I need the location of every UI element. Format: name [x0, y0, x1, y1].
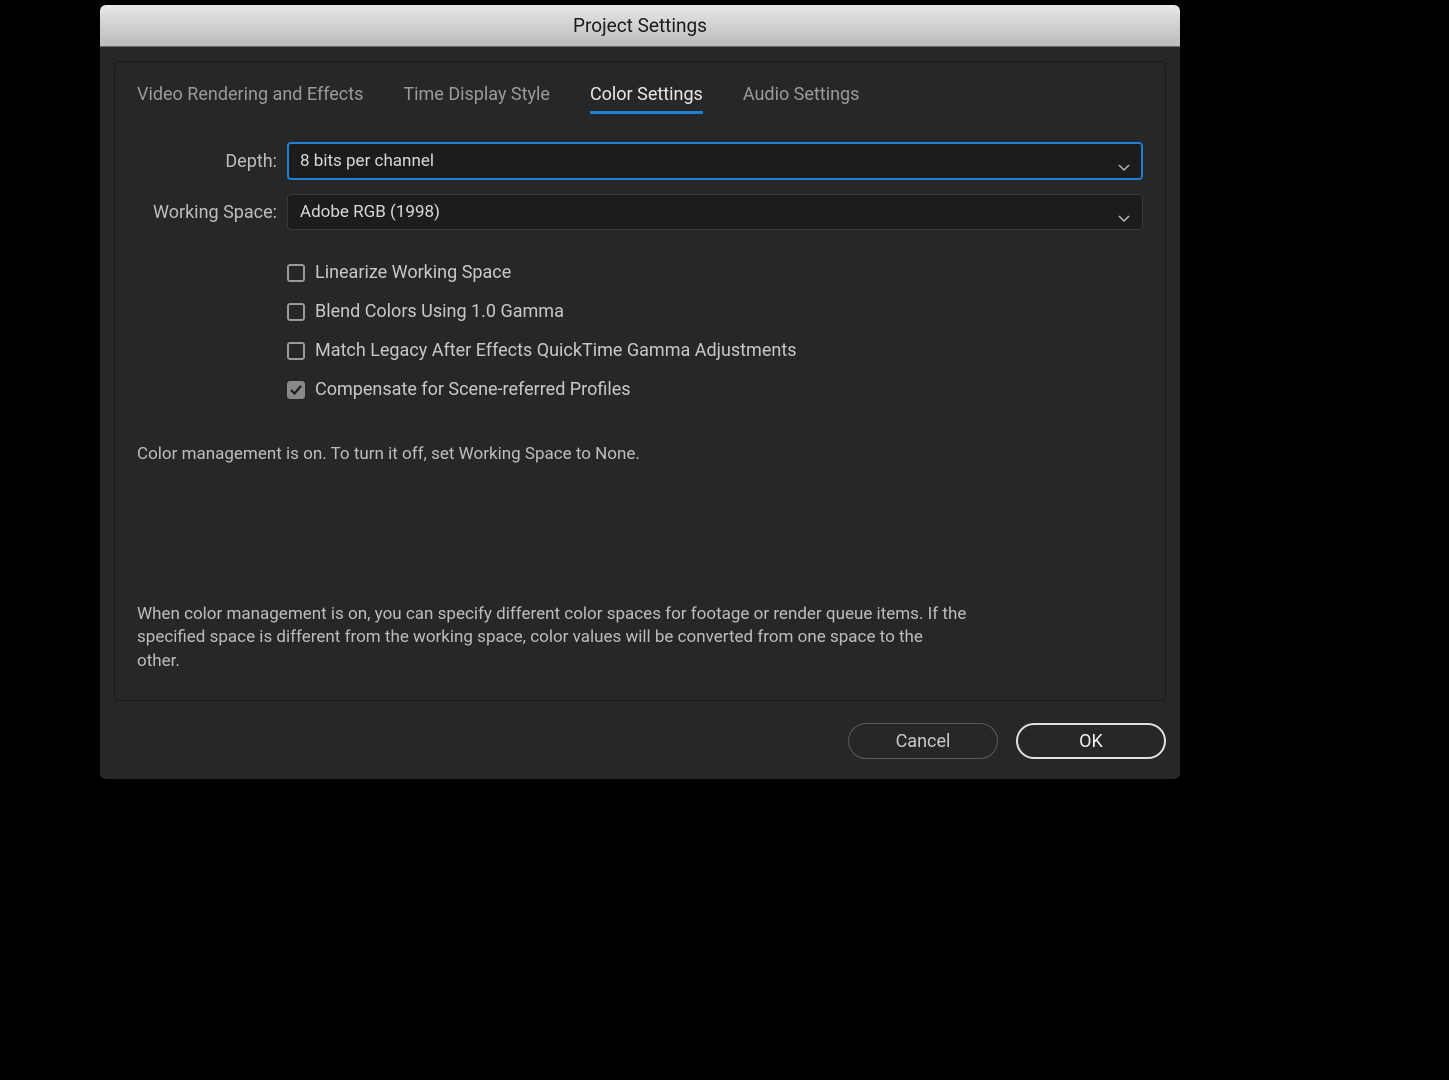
checkbox-linearize[interactable]: Linearize Working Space: [287, 262, 1143, 283]
depth-row: Depth: 8 bits per channel: [137, 142, 1143, 180]
checkbox-icon: [287, 264, 305, 282]
checkbox-icon: [287, 381, 305, 399]
spacer: [137, 464, 1143, 603]
tab-bar: Video Rendering and Effects Time Display…: [137, 84, 1143, 114]
info-description: When color management is on, you can spe…: [137, 603, 967, 674]
tab-audio-settings[interactable]: Audio Settings: [743, 84, 860, 114]
tab-time-display[interactable]: Time Display Style: [403, 84, 550, 114]
checkbox-label: Compensate for Scene-referred Profiles: [315, 379, 631, 400]
working-space-label: Working Space:: [137, 202, 287, 223]
cancel-button[interactable]: Cancel: [848, 723, 998, 759]
checkbox-match-legacy[interactable]: Match Legacy After Effects QuickTime Gam…: [287, 340, 1143, 361]
window-title: Project Settings: [573, 14, 707, 37]
chevron-down-icon: [1118, 157, 1130, 165]
titlebar: Project Settings: [100, 5, 1180, 47]
depth-label: Depth:: [137, 151, 287, 172]
working-space-value: Adobe RGB (1998): [300, 202, 440, 222]
depth-dropdown[interactable]: 8 bits per channel: [287, 142, 1143, 180]
tab-color-settings[interactable]: Color Settings: [590, 84, 703, 114]
checkbox-list: Linearize Working Space Blend Colors Usi…: [287, 262, 1143, 418]
checkbox-blend-gamma[interactable]: Blend Colors Using 1.0 Gamma: [287, 301, 1143, 322]
settings-panel: Video Rendering and Effects Time Display…: [114, 61, 1166, 701]
checkbox-compensate-scene[interactable]: Compensate for Scene-referred Profiles: [287, 379, 1143, 400]
checkbox-icon: [287, 342, 305, 360]
info-status: Color management is on. To turn it off, …: [137, 444, 1143, 464]
project-settings-dialog: Project Settings Video Rendering and Eff…: [100, 5, 1180, 779]
checkbox-label: Blend Colors Using 1.0 Gamma: [315, 301, 564, 322]
checkbox-label: Match Legacy After Effects QuickTime Gam…: [315, 340, 797, 361]
checkbox-label: Linearize Working Space: [315, 262, 511, 283]
depth-value: 8 bits per channel: [300, 151, 434, 171]
checkbox-icon: [287, 303, 305, 321]
chevron-down-icon: [1118, 208, 1130, 216]
working-space-dropdown[interactable]: Adobe RGB (1998): [287, 194, 1143, 230]
working-space-row: Working Space: Adobe RGB (1998): [137, 194, 1143, 230]
tab-video-rendering[interactable]: Video Rendering and Effects: [137, 84, 363, 114]
dialog-footer: Cancel OK: [114, 723, 1166, 759]
dialog-body: Video Rendering and Effects Time Display…: [100, 47, 1180, 779]
ok-button[interactable]: OK: [1016, 723, 1166, 759]
